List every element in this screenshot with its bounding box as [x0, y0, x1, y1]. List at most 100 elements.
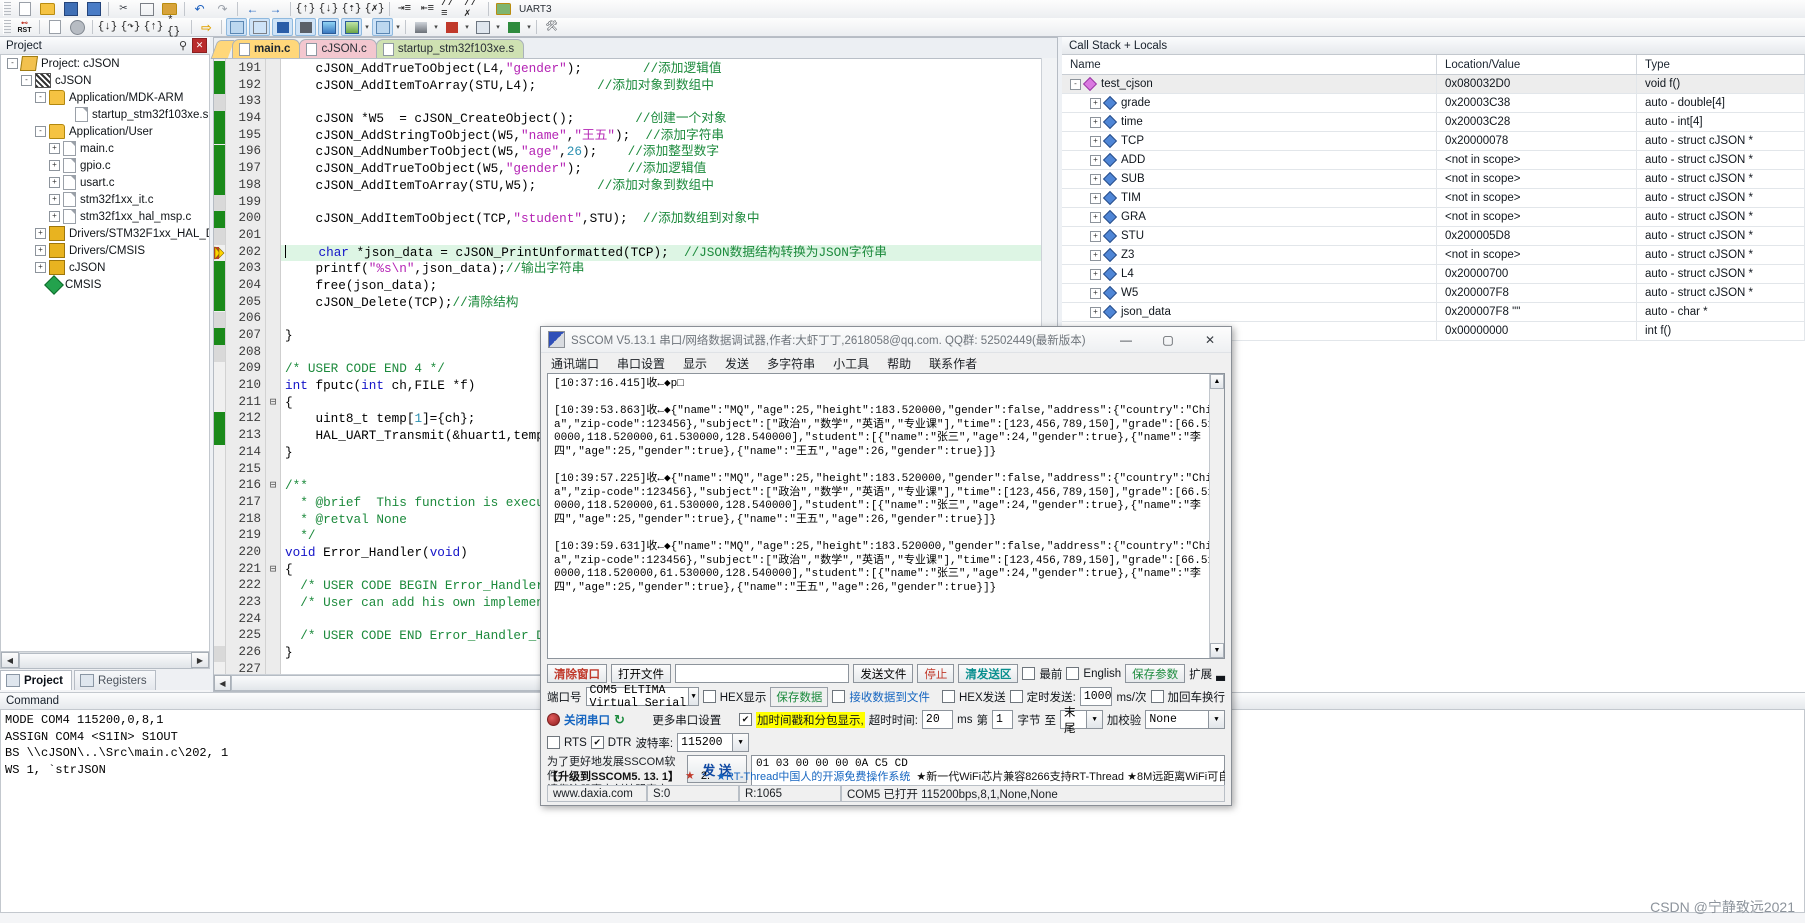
close-icon[interactable]: ✕ — [192, 38, 207, 53]
rtthread-link[interactable]: ★RT-Thread中国人的开源免费操作系统 — [716, 768, 910, 783]
save-icon[interactable] — [60, 0, 81, 18]
scroll-down-icon[interactable]: ▼ — [1210, 643, 1224, 658]
fold-toggle-icon[interactable]: ⊟ — [266, 395, 280, 412]
save-params-button[interactable]: 保存参数 — [1125, 664, 1185, 683]
code-line[interactable]: cJSON_AddItemToObject(TCP,"student",STU)… — [281, 211, 1057, 228]
sscom-menu-item[interactable]: 显示 — [683, 355, 707, 372]
call-stack-value[interactable]: 0x200007F8 "" — [1437, 303, 1637, 321]
panel-tab-project[interactable]: Project — [0, 670, 72, 690]
fold-toggle-icon[interactable]: ⊟ — [266, 478, 280, 495]
bookmark-clear-icon[interactable]: {✗} — [364, 0, 385, 18]
tree-item[interactable]: CMSIS — [1, 276, 209, 293]
fold-toggle-icon[interactable]: ⊟ — [266, 562, 280, 579]
expand-toggle-icon[interactable]: + — [49, 143, 60, 154]
trace-icon[interactable] — [472, 18, 493, 36]
code-line[interactable]: char *json_data = cJSON_PrintUnformatted… — [281, 245, 1057, 262]
wifi-chip-link[interactable]: ★新一代WiFi芯片兼容8266支持RT-Thread ★8M远距离WiFi可自… — [916, 768, 1225, 783]
port-select[interactable]: COM5 ELTIMA Virtual Serial ▼ — [586, 687, 699, 706]
collapse-toggle-icon[interactable]: - — [35, 126, 46, 137]
expand-toggle-icon[interactable]: + — [1090, 98, 1101, 109]
code-line[interactable] — [281, 228, 1057, 245]
bookmark-prev-icon[interactable]: {⇡} — [341, 0, 362, 18]
collapse-toggle-icon[interactable]: - — [1070, 79, 1081, 90]
byte-to-select[interactable]: 末尾 ▼ — [1060, 710, 1103, 729]
call-stack-row[interactable]: +ADD<not in scope>auto - struct cJSON * — [1062, 151, 1805, 170]
registers-icon[interactable] — [295, 18, 316, 36]
timestamp-checkbox[interactable]: ✔ — [739, 713, 752, 726]
tree-item[interactable]: +main.c — [1, 140, 209, 157]
recv-to-file-checkbox[interactable] — [832, 690, 845, 703]
call-stack-value[interactable]: 0x20000078 — [1437, 132, 1637, 150]
step-into-icon[interactable]: {↓} — [97, 18, 118, 36]
call-stack-row[interactable]: +L40x20000700auto - struct cJSON * — [1062, 265, 1805, 284]
open-file-button[interactable]: 打开文件 — [611, 664, 671, 683]
memory-icon[interactable] — [372, 18, 393, 36]
call-stack-row[interactable]: +Z3<not in scope>auto - struct cJSON * — [1062, 246, 1805, 265]
collapse-toggle-icon[interactable]: - — [7, 58, 18, 69]
status-website[interactable]: www.daxia.com — [547, 785, 647, 802]
collapse-toggle-icon[interactable]: - — [21, 75, 32, 86]
code-line[interactable]: free(json_data); — [281, 278, 1057, 295]
refresh-icon[interactable]: ↻ — [614, 712, 625, 728]
bookmark-icon[interactable]: {↑} — [295, 0, 316, 18]
baud-select[interactable]: 115200 ▼ — [677, 733, 749, 752]
undo-icon[interactable]: ↶ — [189, 0, 210, 18]
watch-dropdown-icon[interactable]: ▾ — [363, 19, 371, 35]
tree-item[interactable]: startup_stm32f103xe.s — [1, 106, 209, 123]
timed-send-checkbox[interactable] — [1010, 690, 1023, 703]
call-stack-value[interactable]: 0x20003C28 — [1437, 113, 1637, 131]
tab-startup-s[interactable]: startup_stm32f103xe.s — [376, 39, 524, 58]
redo-icon[interactable]: ↷ — [212, 0, 233, 18]
chevron-down-icon[interactable]: ▼ — [688, 688, 697, 705]
call-stack-value[interactable]: 0x080032D0 — [1437, 75, 1637, 93]
scroll-left-icon[interactable]: ◀ — [214, 675, 231, 691]
clear-window-button[interactable]: 清除窗口 — [547, 664, 607, 683]
sscom-menu-item[interactable]: 联系作者 — [929, 355, 977, 372]
breakpoint-gutter[interactable] — [214, 59, 226, 676]
expand-toggle-icon[interactable]: + — [1090, 212, 1101, 223]
checksum-select[interactable]: None ▼ — [1145, 710, 1225, 729]
tools-icon[interactable]: 🛠 — [541, 18, 562, 36]
expand-toggle-icon[interactable]: + — [49, 177, 60, 188]
pin-icon[interactable]: ⚲ — [179, 39, 187, 52]
expand-toggle-icon[interactable]: + — [49, 211, 60, 222]
call-stack-row[interactable]: +SUB<not in scope>auto - struct cJSON * — [1062, 170, 1805, 189]
column-header-type[interactable]: Type — [1637, 55, 1805, 74]
save-all-icon[interactable] — [83, 0, 104, 18]
breakpoint-marker[interactable] — [214, 245, 225, 262]
expand-toggle-icon[interactable]: + — [1090, 155, 1101, 166]
tree-item[interactable]: -cJSON — [1, 72, 209, 89]
cut-icon[interactable]: ✂ — [113, 0, 134, 18]
tree-item[interactable]: +stm32f1xx_hal_msp.c — [1, 208, 209, 225]
system-viewer-icon[interactable] — [503, 18, 524, 36]
step-out-icon[interactable]: {↑} — [143, 18, 164, 36]
load-icon[interactable] — [44, 18, 65, 36]
run-to-cursor-icon[interactable]: *{} — [166, 18, 187, 36]
watch-icon[interactable] — [341, 18, 362, 36]
expand-toggle-icon[interactable]: + — [1090, 250, 1101, 261]
code-line[interactable] — [281, 94, 1057, 111]
tree-item[interactable]: +Drivers/STM32F1xx_HAL_Driv — [1, 225, 209, 242]
stop-debug-icon[interactable] — [67, 18, 88, 36]
call-stack-value[interactable]: <not in scope> — [1437, 208, 1637, 226]
code-line[interactable] — [281, 195, 1057, 212]
english-checkbox[interactable] — [1066, 667, 1079, 680]
indent-icon[interactable]: ⇥≡ — [394, 0, 415, 18]
sscom-menu-item[interactable]: 多字符串 — [767, 355, 815, 372]
outdent-icon[interactable]: ⇤≡ — [417, 0, 438, 18]
analysis-icon[interactable] — [441, 18, 462, 36]
close-icon[interactable]: ✕ — [1189, 328, 1231, 352]
call-stack-row[interactable]: +STU0x200005D8auto - struct cJSON * — [1062, 227, 1805, 246]
call-stack-icon[interactable] — [318, 18, 339, 36]
command-window-icon[interactable] — [226, 18, 247, 36]
run-icon[interactable]: ⇨ — [196, 18, 217, 36]
call-stack-value[interactable]: <not in scope> — [1437, 151, 1637, 169]
collapse-toggle-icon[interactable]: - — [35, 92, 46, 103]
tab-main-c[interactable]: main.c — [232, 39, 300, 58]
scroll-up-icon[interactable]: ▲ — [1210, 374, 1224, 389]
expand-toggle-icon[interactable]: + — [1090, 288, 1101, 299]
tree-item[interactable]: -Application/User — [1, 123, 209, 140]
clear-send-area-button[interactable]: 清发送区 — [958, 664, 1018, 683]
toolbar-grip-2[interactable] — [3, 20, 11, 34]
hex-send-checkbox[interactable] — [942, 690, 955, 703]
